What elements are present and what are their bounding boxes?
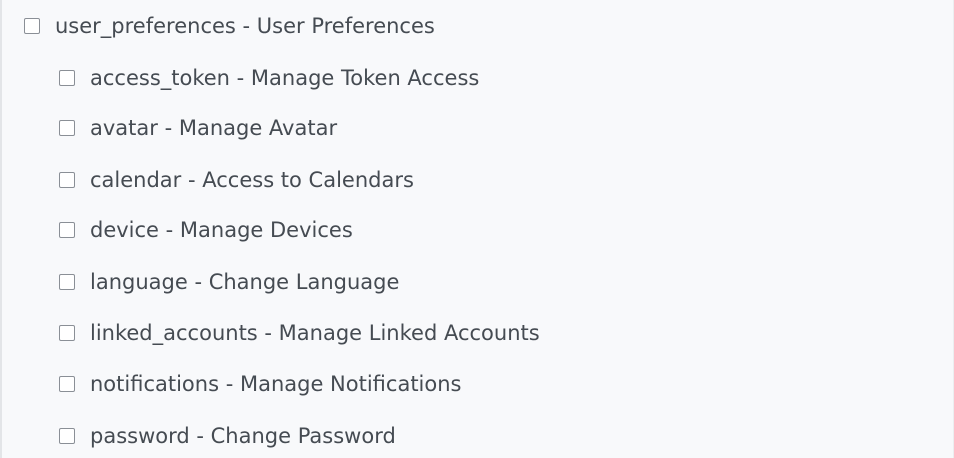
permission-label: linked_accounts - Manage Linked Accounts xyxy=(90,321,540,345)
permission-label: language - Change Language xyxy=(90,270,400,294)
permission-checkbox[interactable] xyxy=(59,428,75,444)
permission-label: avatar - Manage Avatar xyxy=(90,116,338,140)
permission-checkbox[interactable] xyxy=(59,325,75,341)
group-label: user_preferences - User Preferences xyxy=(55,14,435,38)
permission-group-user-preferences[interactable]: user_preferences - User Preferences xyxy=(24,11,435,41)
permission-label: notifications - Manage Notifications xyxy=(90,372,462,396)
permission-label: calendar - Access to Calendars xyxy=(90,168,414,192)
permission-item-avatar[interactable]: avatar - Manage Avatar xyxy=(59,113,337,143)
permission-item-notifications[interactable]: notifications - Manage Notifications xyxy=(59,369,462,399)
permission-checkbox[interactable] xyxy=(59,120,75,136)
permission-item-access-token[interactable]: access_token - Manage Token Access xyxy=(59,63,479,93)
permission-item-calendar[interactable]: calendar - Access to Calendars xyxy=(59,165,414,195)
permission-checkbox[interactable] xyxy=(59,172,75,188)
permission-checkbox[interactable] xyxy=(59,274,75,290)
group-checkbox[interactable] xyxy=(24,18,40,34)
permission-checkbox[interactable] xyxy=(59,70,75,86)
permission-label: password - Change Password xyxy=(90,424,396,448)
permission-item-linked-accounts[interactable]: linked_accounts - Manage Linked Accounts xyxy=(59,318,540,348)
panel-left-border xyxy=(0,0,2,458)
permission-item-device[interactable]: device - Manage Devices xyxy=(59,215,353,245)
permission-checkbox[interactable] xyxy=(59,222,75,238)
permission-checkbox[interactable] xyxy=(59,376,75,392)
permission-label: device - Manage Devices xyxy=(90,218,353,242)
permission-label: access_token - Manage Token Access xyxy=(90,66,480,90)
permission-item-language[interactable]: language - Change Language xyxy=(59,267,399,297)
permission-item-password[interactable]: password - Change Password xyxy=(59,421,396,451)
